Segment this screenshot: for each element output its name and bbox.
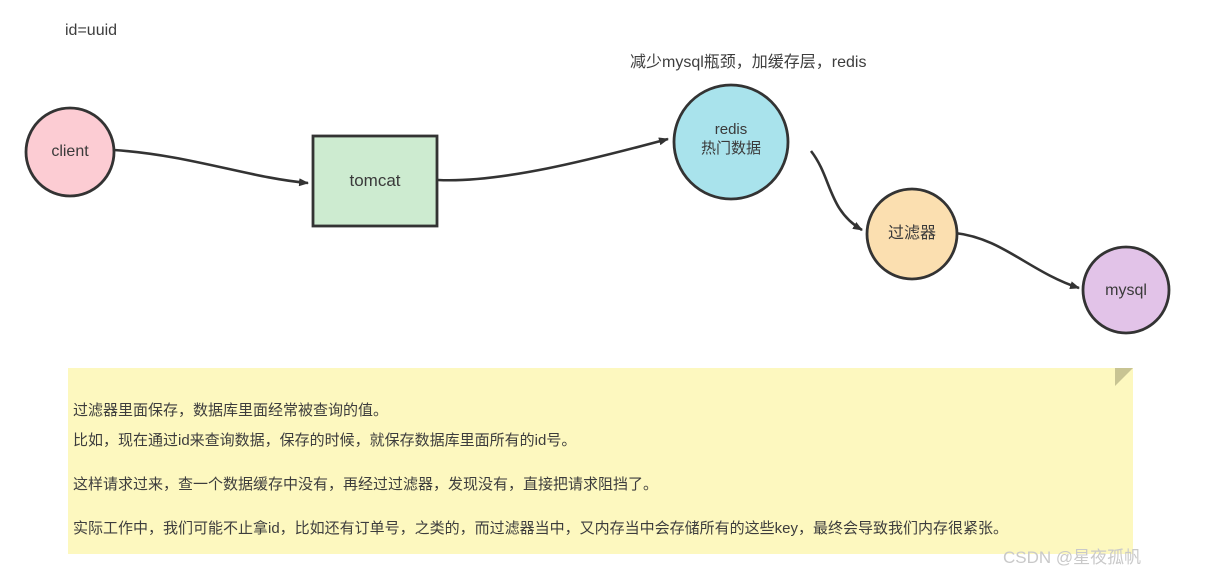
annotation-id-uuid: id=uuid bbox=[65, 22, 118, 39]
note-line-spacer bbox=[73, 456, 1127, 470]
edge-client-to-tomcat bbox=[113, 148, 309, 187]
node-client[interactable] bbox=[24, 106, 116, 198]
node-tomcat[interactable] bbox=[311, 134, 439, 228]
edge-redis-to-filter bbox=[809, 150, 863, 232]
note-line-spacer bbox=[73, 500, 1127, 514]
node-redis[interactable] bbox=[672, 83, 790, 201]
annotation-redis-purpose: 减少mysql瓶颈，加缓存层，redis bbox=[630, 54, 867, 71]
note-line: 这样请求过来，查一个数据缓存中没有，再经过过滤器，发现没有，直接把请求阻挡了。 bbox=[73, 476, 659, 493]
note-fold-corner-icon bbox=[1115, 368, 1133, 386]
note-line: 比如，现在通过id来查询数据，保存的时候，就保存数据库里面所有的id号。 bbox=[73, 432, 577, 449]
explanation-note: 过滤器里面保存，数据库里面经常被查询的值。 比如，现在通过id来查询数据，保存的… bbox=[68, 368, 1133, 554]
edge-filter-to-mysql bbox=[954, 231, 1080, 290]
note-text-body: 过滤器里面保存，数据库里面经常被查询的值。 比如，现在通过id来查询数据，保存的… bbox=[73, 396, 1127, 544]
csdn-watermark: CSDN @星夜孤帆 bbox=[1003, 548, 1142, 567]
note-line: 过滤器里面保存，数据库里面经常被查询的值。 bbox=[73, 402, 389, 419]
edge-tomcat-to-redis bbox=[437, 137, 669, 182]
node-mysql[interactable] bbox=[1081, 245, 1171, 335]
note-line: 实际工作中，我们可能不止拿id，比如还有订单号，之类的，而过滤器当中，又内存当中… bbox=[73, 520, 1009, 537]
node-filter[interactable] bbox=[865, 187, 959, 281]
